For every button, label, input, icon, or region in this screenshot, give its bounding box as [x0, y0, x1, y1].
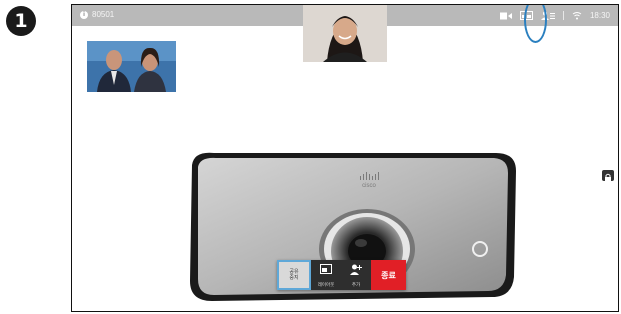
lock-icon — [602, 170, 614, 181]
video-call-screen: i 80501 18:30 cisco 공유 중지 레이아웃 추가 종료 — [71, 4, 619, 312]
call-controls: 공유 중지 레이아웃 추가 종료 — [277, 260, 406, 290]
camera-icon[interactable] — [499, 12, 512, 20]
remote-participants-video[interactable] — [87, 41, 176, 92]
clock: 18:30 — [589, 11, 610, 20]
device-brand-logo: cisco — [362, 183, 376, 189]
layout-icon — [320, 264, 332, 274]
add-button-label: 추가 — [351, 282, 361, 287]
call-info[interactable]: i 80501 — [80, 10, 114, 19]
add-person-icon — [350, 264, 362, 275]
layout-button[interactable]: 레이아웃 — [311, 260, 341, 290]
end-call-button[interactable]: 종료 — [371, 260, 406, 290]
divider — [562, 11, 564, 20]
add-participant-button[interactable]: 추가 — [341, 260, 371, 290]
highlight-circle — [524, 5, 547, 43]
call-id-text: 80501 — [92, 10, 115, 19]
self-view-video[interactable] — [303, 5, 387, 62]
wifi-icon — [572, 11, 582, 20]
info-icon: i — [80, 10, 88, 19]
layout-button-label: 레이아웃 — [317, 282, 335, 287]
stop-share-button[interactable]: 공유 중지 — [277, 260, 311, 290]
step-number-badge: 1 — [6, 6, 36, 36]
status-icons: 18:30 — [499, 9, 610, 22]
